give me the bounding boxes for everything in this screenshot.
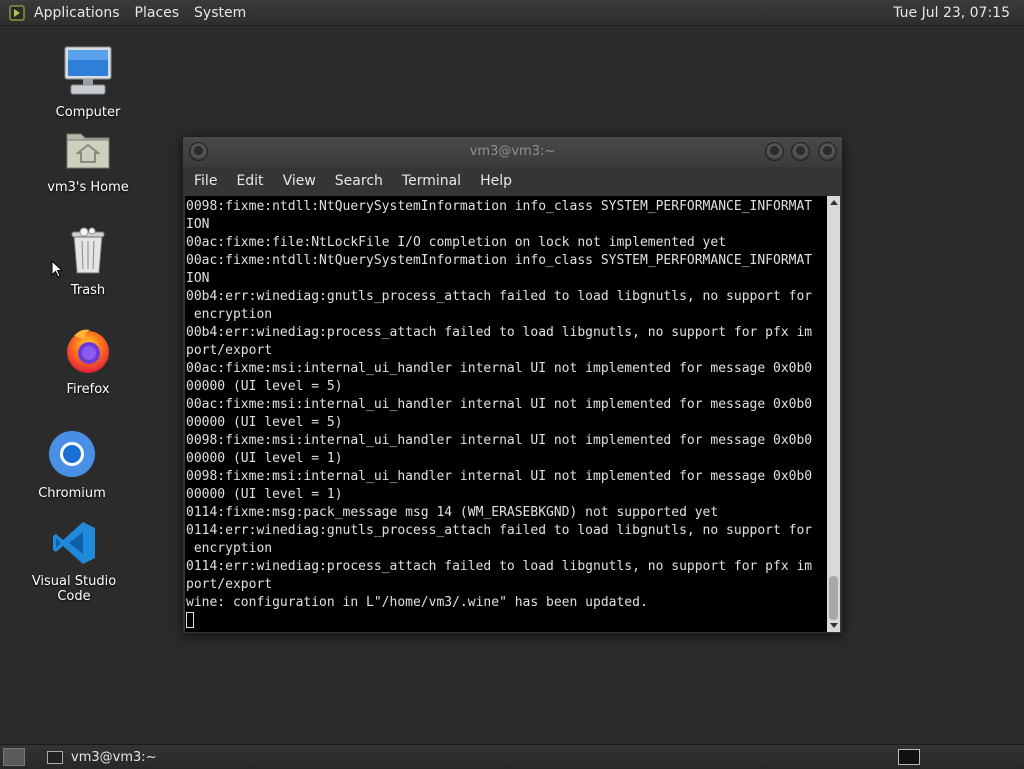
terminal-line: 00ac:fixme:msi:internal_ui_handler inter… <box>186 397 813 412</box>
terminal-line: port/export <box>186 577 273 592</box>
top-panel: Applications Places System Tue Jul 23, 0… <box>0 0 1024 26</box>
workspace-switcher[interactable] <box>898 749 920 765</box>
desktop-icon-computer[interactable]: Computer <box>28 45 148 120</box>
scroll-down-arrow-icon[interactable] <box>830 623 838 628</box>
taskbar-item-label: vm3@vm3:~ <box>71 749 157 765</box>
close-button[interactable] <box>818 142 837 161</box>
mouse-pointer-icon <box>51 260 63 278</box>
desktop-icon-firefox[interactable]: Firefox <box>28 326 148 397</box>
computer-icon <box>28 45 148 101</box>
terminal-line: 00000 (UI level = 1) <box>186 451 343 466</box>
terminal-line: 00000 (UI level = 1) <box>186 487 343 502</box>
desktop-icon-label: vm3's Home <box>47 180 129 195</box>
terminal-line: port/export <box>186 343 273 358</box>
terminal-line: 0114:err:winediag:gnutls_process_attach … <box>186 523 813 538</box>
terminal-line: 00ac:fixme:file:NtLockFile I/O completio… <box>186 235 727 250</box>
menu-applications[interactable]: Applications <box>34 5 120 21</box>
menu-file[interactable]: File <box>194 173 217 189</box>
terminal-scrollbar[interactable] <box>827 196 840 632</box>
terminal-line: 00000 (UI level = 5) <box>186 379 343 394</box>
bottom-panel: vm3@vm3:~ <box>0 744 1024 769</box>
desktop-icon-label: Firefox <box>66 382 110 397</box>
menu-help[interactable]: Help <box>480 173 512 189</box>
firefox-icon <box>28 326 148 378</box>
text-cursor <box>186 612 194 628</box>
terminal-line: 00ac:fixme:msi:internal_ui_handler inter… <box>186 361 813 376</box>
terminal-line: 00000 (UI level = 5) <box>186 415 343 430</box>
terminal-line: encryption <box>186 541 273 556</box>
desktop-icon-home[interactable]: vm3's Home <box>28 128 148 195</box>
menu-search[interactable]: Search <box>335 173 383 189</box>
distro-logo-icon[interactable] <box>8 4 26 22</box>
terminal-line: 0098:fixme:msi:internal_ui_handler inter… <box>186 469 813 484</box>
taskbar-item-terminal[interactable]: vm3@vm3:~ <box>41 746 163 768</box>
menu-edit[interactable]: Edit <box>236 173 263 189</box>
terminal-prompt-line[interactable] <box>186 612 827 630</box>
terminal-icon <box>47 750 63 764</box>
terminal-line: wine: configuration in L"/home/vm3/.wine… <box>186 595 648 610</box>
desktop-icon-trash[interactable]: Trash <box>28 227 148 298</box>
desktop-icon-label: Trash <box>70 283 106 298</box>
terminal-line: 00b4:err:winediag:gnutls_process_attach … <box>186 289 813 304</box>
terminal-titlebar[interactable]: vm3@vm3:~ <box>183 137 842 167</box>
desktop-icon-chromium[interactable]: Chromium <box>12 430 132 501</box>
menu-terminal[interactable]: Terminal <box>402 173 461 189</box>
terminal-line: 0114:err:winediag:process_attach failed … <box>186 559 813 574</box>
desktop-icon-label: Computer <box>55 105 121 120</box>
terminal-line: 00ac:fixme:ntdll:NtQuerySystemInformatio… <box>186 253 813 268</box>
terminal-menubar: File Edit View Search Terminal Help <box>183 167 842 195</box>
terminal-line: ION <box>186 271 210 286</box>
terminal-line: ION <box>186 217 210 232</box>
desktop-icon-vscode[interactable]: Visual Studio Code <box>14 520 134 604</box>
desktop-icon-label: Chromium <box>38 486 106 501</box>
terminal-title: vm3@vm3:~ <box>469 144 556 159</box>
maximize-button[interactable] <box>791 142 810 161</box>
terminal-line: encryption <box>186 307 273 322</box>
show-desktop-icon[interactable] <box>3 748 25 766</box>
scroll-up-arrow-icon[interactable] <box>830 200 838 205</box>
chromium-icon <box>12 430 132 482</box>
terminal-output[interactable]: 0098:fixme:ntdll:NtQuerySystemInformatio… <box>185 196 827 632</box>
minimize-button[interactable] <box>765 142 784 161</box>
trash-icon <box>28 227 148 279</box>
terminal-window[interactable]: vm3@vm3:~ File Edit View Search Terminal… <box>182 136 843 634</box>
terminal-line: 0098:fixme:msi:internal_ui_handler inter… <box>186 433 813 448</box>
terminal-line: 00b4:err:winediag:process_attach failed … <box>186 325 813 340</box>
terminal-text: 0098:fixme:ntdll:NtQuerySystemInformatio… <box>185 196 827 630</box>
scrollbar-thumb[interactable] <box>829 576 838 620</box>
vscode-icon <box>14 520 134 570</box>
terminal-line: 0114:fixme:msg:pack_message msg 14 (WM_E… <box>186 505 719 520</box>
menu-view[interactable]: View <box>283 173 316 189</box>
terminal-line: 0098:fixme:ntdll:NtQuerySystemInformatio… <box>186 199 813 214</box>
menu-system[interactable]: System <box>194 5 246 21</box>
home-folder-icon <box>28 128 148 176</box>
desktop-icon-label: Visual Studio Code <box>31 574 117 604</box>
clock[interactable]: Tue Jul 23, 07:15 <box>893 5 1010 21</box>
menu-places[interactable]: Places <box>135 5 180 21</box>
